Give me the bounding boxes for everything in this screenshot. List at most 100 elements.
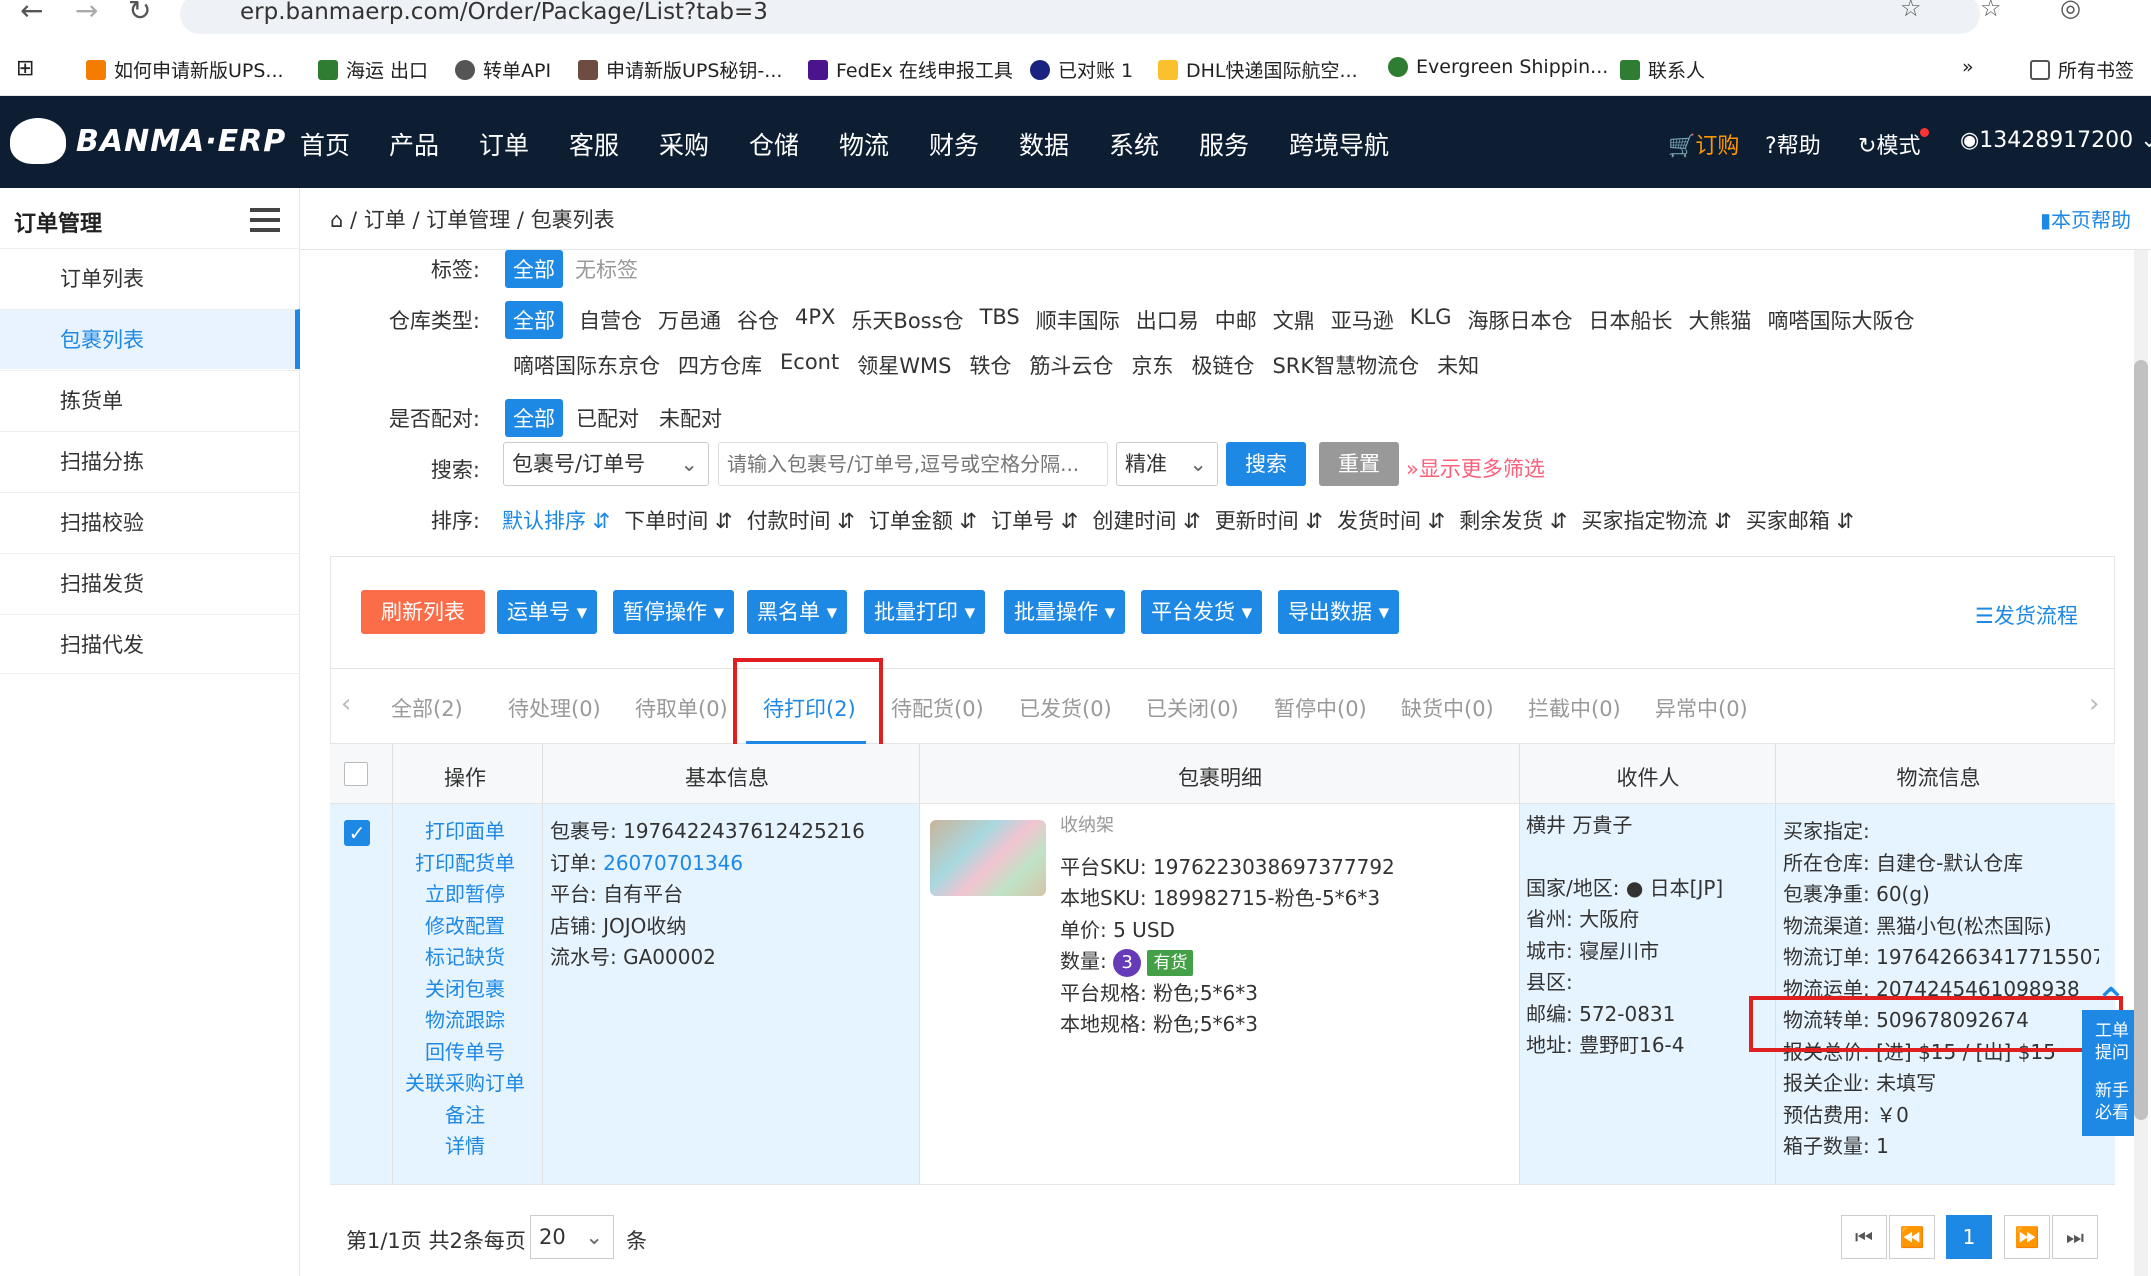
tabs-right-arrow-icon[interactable]: › [2089,689,2099,719]
nav-system[interactable]: 系统 [1109,126,1159,162]
remark-link[interactable]: 备注 [390,1100,540,1132]
bookmark-3[interactable]: 转单API [455,56,551,83]
back-icon[interactable]: ← [20,0,43,27]
print-picking-link[interactable]: 打印配货单 [390,848,540,880]
sidebar-item-package-list[interactable]: 包裹列表 [0,309,300,369]
wh-option[interactable]: 嘀嗒国际大阪仓 [1768,301,1915,339]
detail-link[interactable]: 详情 [390,1131,540,1163]
wh-option[interactable]: 筋斗云仓 [1029,350,1113,380]
next-page-icon[interactable]: ⏩ [2004,1215,2050,1259]
bookmark-5[interactable]: FedEx 在线申报工具 [808,56,1013,83]
page-scrollbar[interactable] [2134,250,2148,1276]
wh-option[interactable]: 日本船长 [1589,301,1673,339]
modify-config-link[interactable]: 修改配置 [390,911,540,943]
bookmark-star-icon[interactable]: ☆ [1900,0,1922,22]
search-mode-select[interactable]: 精准 ⌄ [1116,442,1218,486]
nav-products[interactable]: 产品 [389,126,439,162]
bookmark-8[interactable]: Evergreen Shippin... [1388,56,1608,78]
wh-option[interactable]: 谷仓 [737,301,779,339]
tab-closed[interactable]: 已关闭(0) [1146,693,1239,723]
nav-purchase[interactable]: 采购 [659,126,709,162]
ticket-question-label[interactable]: 工单提问 [2092,1020,2132,1064]
export-button[interactable]: 导出数据 ▾ [1278,590,1400,634]
match-option-unmatched[interactable]: 未配对 [659,403,722,433]
reload-icon[interactable]: ↻ [128,0,151,27]
order-link[interactable]: 🛒订购 [1668,128,1739,160]
sort-option[interactable]: 发货时间 ⇵ [1337,505,1445,535]
help-link[interactable]: ?帮助 [1765,128,1821,160]
tab-pending[interactable]: 待处理(0) [508,693,601,723]
sidebar-item-scan-verify[interactable]: 扫描校验 [0,492,300,552]
sort-option[interactable]: 默认排序 ⇵ [502,505,610,535]
page-help-link[interactable]: ▮本页帮助 [2040,204,2131,233]
tab-awaiting-fetch[interactable]: 待取单(0) [635,693,728,723]
nav-cross-border[interactable]: 跨境导航 [1289,126,1389,162]
page-scrollbar-thumb[interactable] [2134,360,2148,1120]
bookmark-6[interactable]: 已对账 1 [1030,56,1133,83]
sidebar-item-order-list[interactable]: 订单列表 [0,248,300,308]
track-logistics-link[interactable]: 物流跟踪 [390,1005,540,1037]
match-option-matched[interactable]: 已配对 [576,403,639,433]
logo[interactable]: BANMA·ERP [10,118,286,164]
refresh-button[interactable]: 刷新列表 [361,590,485,634]
tab-exception[interactable]: 异常中(0) [1655,693,1748,723]
wh-option[interactable]: 顺丰国际 [1036,301,1120,339]
apps-grid-icon[interactable]: ⊞ [16,56,34,81]
beginner-guide-label[interactable]: 新手必看 [2092,1080,2132,1124]
batch-print-button[interactable]: 批量打印 ▾ [864,590,986,634]
breadcrumb-path[interactable]: 订单 / 订单管理 / 包裹列表 [364,208,615,232]
bookmark-7[interactable]: DHL快递国际航空... [1158,56,1358,83]
search-input[interactable] [718,442,1108,486]
tab-intercepted[interactable]: 拦截中(0) [1528,693,1621,723]
sidebar-item-scan-dropship[interactable]: 扫描代发 [0,614,300,674]
address-bar[interactable]: erp.banmaerp.com/Order/Package/List?tab=… [180,0,1980,34]
wh-option[interactable]: TBS [980,301,1020,339]
nav-data[interactable]: 数据 [1019,126,1069,162]
select-all-checkbox[interactable] [344,762,368,786]
tab-shipped[interactable]: 已发货(0) [1019,693,1112,723]
wh-option[interactable]: 出口易 [1136,301,1199,339]
sidebar-item-scan-sort[interactable]: 扫描分拣 [0,431,300,491]
all-bookmarks[interactable]: 所有书签 [2030,56,2134,83]
pause-button[interactable]: 暂停操作 ▾ [613,590,735,634]
sort-option[interactable]: 订单金额 ⇵ [869,505,977,535]
tracking-number-button[interactable]: 运单号 ▾ [497,590,598,634]
match-option-all[interactable]: 全部 [505,399,563,437]
wh-option[interactable]: 亚马逊 [1331,301,1394,339]
row-checkbox[interactable]: ✓ [344,820,370,846]
search-button[interactable]: 搜索 [1226,442,1306,486]
forward-icon[interactable]: → [75,0,98,27]
mode-link[interactable]: ↻模式 [1858,128,1930,160]
wh-option[interactable]: 京东 [1131,350,1173,380]
tab-out-of-stock[interactable]: 缺货中(0) [1401,693,1494,723]
bookmark-4[interactable]: 申请新版UPS秘钥-... [578,56,782,83]
floating-helper[interactable]: 工单提问 新手必看 [2082,1010,2142,1136]
print-label-link[interactable]: 打印面单 [390,816,540,848]
wh-option[interactable]: 四方仓库 [678,350,762,380]
wh-option[interactable]: 中邮 [1215,301,1257,339]
blacklist-button[interactable]: 黑名单 ▾ [747,590,848,634]
tab-all[interactable]: 全部(2) [391,693,463,723]
menu-toggle-icon[interactable] [250,208,280,232]
return-number-link[interactable]: 回传单号 [390,1037,540,1069]
tabs-left-arrow-icon[interactable]: ‹ [341,689,351,719]
wh-option[interactable]: 自营仓 [579,301,642,339]
wh-option[interactable]: 海豚日本仓 [1468,301,1573,339]
wh-option[interactable]: KLG [1410,301,1452,339]
bookmark-9[interactable]: 联系人 [1620,56,1705,83]
page-size-select[interactable]: 20 ⌄ [530,1215,614,1259]
tag-option-all[interactable]: 全部 [505,250,563,288]
sidebar-item-scan-ship[interactable]: 扫描发货 [0,553,300,613]
sidebar-item-picking[interactable]: 拣货单 [0,370,300,430]
nav-orders[interactable]: 订单 [479,126,529,162]
order-number-link[interactable]: 26070701346 [603,851,743,875]
nav-warehouse[interactable]: 仓储 [749,126,799,162]
wh-option[interactable]: 万邑通 [658,301,721,339]
wh-option[interactable]: 领星WMS [857,350,951,380]
nav-service[interactable]: 客服 [569,126,619,162]
sort-option[interactable]: 创建时间 ⇵ [1092,505,1200,535]
wh-option[interactable]: 轶仓 [969,350,1011,380]
platform-ship-button[interactable]: 平台发货 ▾ [1141,590,1263,634]
wh-option[interactable]: SRK智慧物流仓 [1272,350,1419,380]
nav-services[interactable]: 服务 [1199,126,1249,162]
